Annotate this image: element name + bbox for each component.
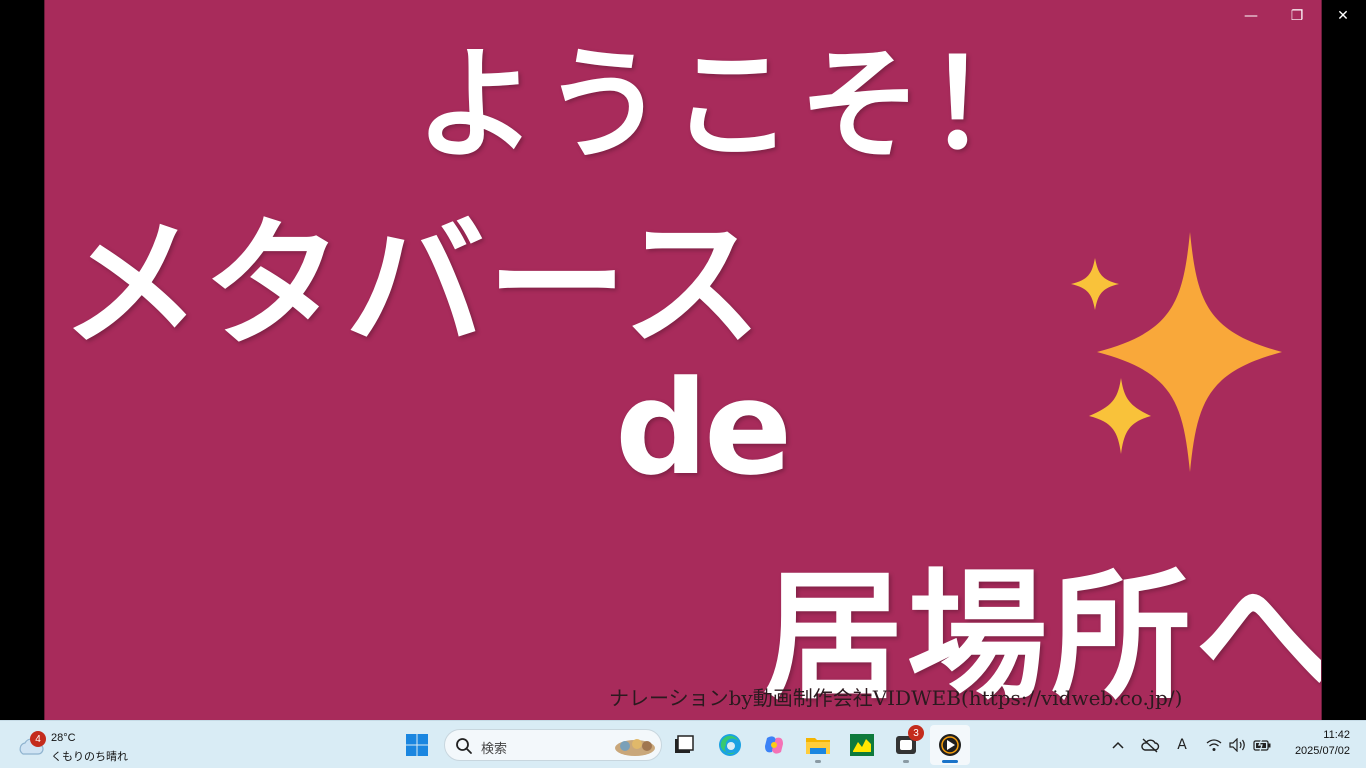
weather-badge: 4 bbox=[30, 731, 46, 747]
task-view-icon bbox=[675, 735, 694, 753]
notification-badge: 3 bbox=[908, 725, 924, 741]
narration-credit: ナレーションby動画制作会社VIDWEB(https://vidweb.co.j… bbox=[609, 686, 1183, 710]
running-indicator bbox=[903, 760, 909, 763]
stock-app-button[interactable] bbox=[842, 725, 882, 765]
ime-indicator[interactable]: A bbox=[1170, 733, 1194, 757]
folder-icon bbox=[806, 738, 830, 754]
battery-button[interactable] bbox=[1250, 733, 1274, 757]
task-view-button[interactable] bbox=[664, 725, 704, 765]
sparkles-icon bbox=[1071, 232, 1282, 472]
file-explorer-button[interactable] bbox=[798, 725, 838, 765]
weather-description: くもりのち晴れ bbox=[51, 750, 128, 763]
wifi-icon bbox=[1206, 739, 1222, 751]
copilot-icon bbox=[765, 736, 783, 754]
restore-button[interactable]: ❐ bbox=[1274, 0, 1320, 32]
taskbar-search[interactable]: 検索 bbox=[444, 729, 662, 761]
welcome-text: ようこそ！ bbox=[415, 34, 1055, 176]
search-highlight-icon bbox=[615, 739, 655, 756]
volume-icon bbox=[1229, 738, 1245, 752]
de-text: de bbox=[615, 352, 792, 504]
wifi-button[interactable] bbox=[1202, 733, 1226, 757]
minimize-button[interactable]: — bbox=[1228, 0, 1274, 32]
active-indicator bbox=[942, 760, 958, 763]
edge-icon bbox=[719, 734, 741, 756]
volume-button[interactable] bbox=[1226, 733, 1250, 757]
copilot-button[interactable] bbox=[754, 725, 794, 765]
clock-time: 11:42 bbox=[1323, 729, 1350, 741]
video-frame[interactable]: ようこそ！ メタバース de 居場所へ ナレーションby動画制作会社VIDWEB… bbox=[44, 0, 1322, 720]
weather-temperature: 28°C bbox=[51, 732, 76, 744]
onedrive-tray-button[interactable] bbox=[1138, 733, 1162, 757]
media-player-button[interactable] bbox=[930, 725, 970, 765]
edge-button[interactable] bbox=[710, 725, 750, 765]
close-button[interactable]: ✕ bbox=[1320, 0, 1366, 32]
taskbar: 4 28°C くもりのち晴れ 検索 3 A 11:42 2025/07/02 bbox=[0, 720, 1366, 768]
clock-date: 2025/07/02 bbox=[1294, 745, 1350, 757]
stock-icon bbox=[850, 734, 874, 756]
notification-app-button[interactable]: 3 bbox=[886, 725, 926, 765]
play-icon bbox=[939, 734, 961, 756]
metaverse-text: メタバース bbox=[61, 204, 765, 367]
cloud-offline-icon bbox=[1141, 738, 1160, 753]
video-player-window[interactable]: ようこそ！ メタバース de 居場所へ ナレーションby動画制作会社VIDWEB… bbox=[0, 0, 1366, 720]
windows-icon bbox=[406, 734, 428, 756]
start-button[interactable] bbox=[398, 727, 436, 763]
battery-charging-icon bbox=[1253, 739, 1271, 751]
search-icon bbox=[456, 738, 472, 754]
system-clock[interactable]: 11:42 2025/07/02 bbox=[1280, 727, 1350, 759]
weather-widget[interactable]: 4 28°C くもりのち晴れ bbox=[14, 725, 144, 765]
search-placeholder: 検索 bbox=[481, 742, 508, 757]
show-hidden-icons-button[interactable] bbox=[1106, 733, 1130, 757]
chevron-up-icon bbox=[1112, 741, 1124, 749]
running-indicator bbox=[815, 760, 821, 763]
